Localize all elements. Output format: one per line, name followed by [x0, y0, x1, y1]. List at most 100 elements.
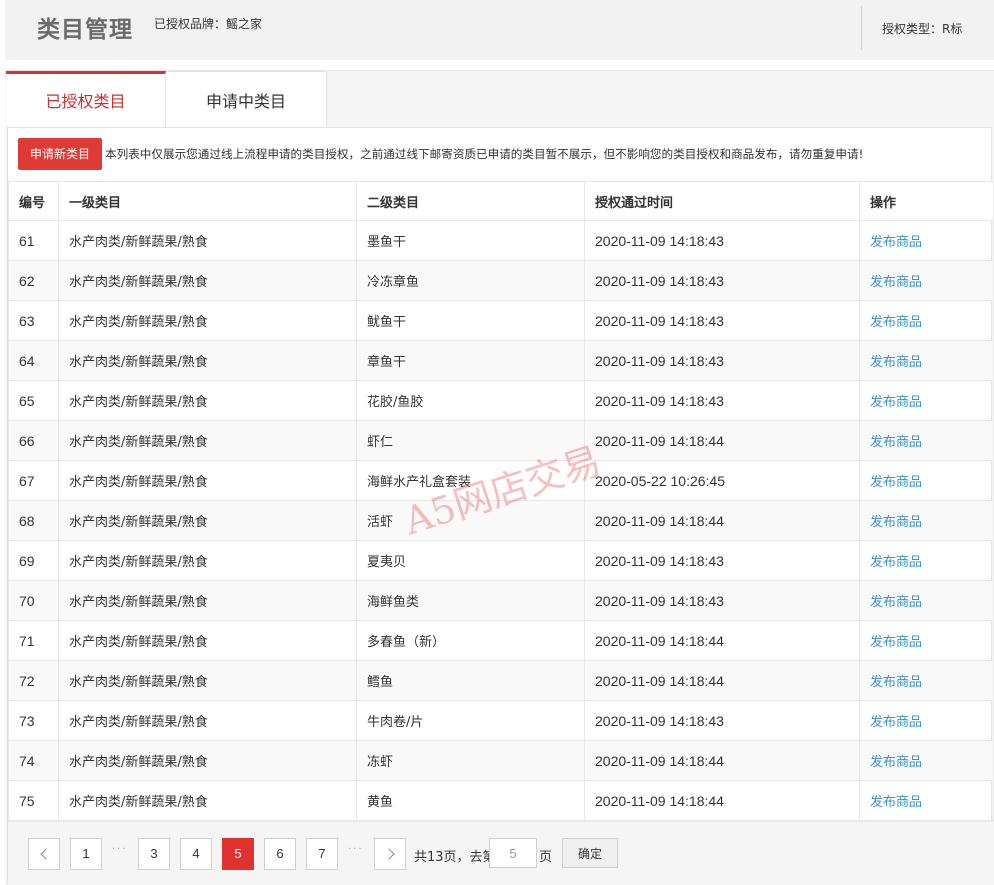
table-row: 73 水产肉类/新鲜蔬果/熟食 牛肉卷/片 2020-11-09 14:18:43 发布…: [8, 700, 994, 741]
table-row: 68 水产肉类/新鲜蔬果/熟食 活虾 2020-11-09 14:18:44 发布商品: [8, 500, 994, 541]
cell-category-1: 水产肉类/新鲜蔬果/熟食: [58, 780, 357, 821]
publish-product-link[interactable]: 发布商品: [859, 260, 994, 301]
cell-auth-time: 2020-11-09 14:18:44: [584, 500, 860, 541]
publish-product-link[interactable]: 发布商品: [859, 340, 994, 381]
cell-category-2: 章鱼干: [356, 340, 585, 381]
cell-auth-time: 2020-11-09 14:18:43: [584, 220, 860, 261]
publish-product-link[interactable]: 发布商品: [859, 500, 994, 541]
table-row: 65 水产肉类/新鲜蔬果/熟食 花胶/鱼胶 2020-11-09 14:18:43 发布…: [8, 380, 994, 421]
cell-id: 62: [8, 260, 59, 301]
category-table: 编号 一级类目 二级类目 授权通过时间 操作 61 水产肉类/新鲜蔬果/熟食 墨鱼干…: [8, 181, 994, 821]
notice-text: 本列表中仅展示您通过线上流程申请的类目授权，之前通过线下邮寄资质已申请的类目暂不…: [105, 147, 864, 161]
cell-category-1: 水产肉类/新鲜蔬果/熟食: [58, 260, 357, 301]
cell-category-1: 水产肉类/新鲜蔬果/熟食: [58, 380, 357, 421]
notice-row: 申请新类目 本列表中仅展示您通过线上流程申请的类目授权，之前通过线下邮寄资质已申…: [8, 128, 991, 181]
table-row: 71 水产肉类/新鲜蔬果/熟食 多春鱼（新） 2020-11-09 14:18:44 发…: [8, 620, 994, 661]
publish-product-link[interactable]: 发布商品: [859, 580, 994, 621]
table-row: 69 水产肉类/新鲜蔬果/熟食 夏夷贝 2020-11-09 14:18:43 发布商品: [8, 540, 994, 581]
cell-category-2: 墨鱼干: [356, 220, 585, 261]
page-header: 类目管理 已授权品牌：鳐之家 授权类型：R标: [5, 0, 994, 60]
table-row: 70 水产肉类/新鲜蔬果/熟食 海鲜鱼类 2020-11-09 14:18:43 发布商…: [8, 580, 994, 621]
publish-product-link[interactable]: 发布商品: [859, 460, 994, 501]
table-header-row: 编号 一级类目 二级类目 授权通过时间 操作: [8, 181, 994, 221]
cell-category-2: 鳕鱼: [356, 660, 585, 701]
page-button-5-current[interactable]: 5: [222, 838, 254, 870]
tab-pending-categories[interactable]: 申请中类目: [166, 71, 327, 127]
cell-auth-time: 2020-11-09 14:18:43: [584, 260, 860, 301]
chevron-right-icon: [382, 848, 395, 860]
publish-product-link[interactable]: 发布商品: [859, 780, 994, 821]
cell-auth-time: 2020-11-09 14:18:43: [584, 380, 860, 421]
page-button-4[interactable]: 4: [180, 838, 212, 870]
publish-product-link[interactable]: 发布商品: [859, 420, 994, 461]
cell-auth-time: 2020-11-09 14:18:44: [584, 780, 860, 821]
table-row: 74 水产肉类/新鲜蔬果/熟食 冻虾 2020-11-09 14:18:44 发布商品: [8, 740, 994, 781]
goto-page-input[interactable]: [489, 838, 537, 868]
publish-product-link[interactable]: 发布商品: [859, 220, 994, 261]
cell-category-2: 海鲜鱼类: [356, 580, 585, 621]
auth-type-label: 授权类型：R标: [882, 22, 963, 36]
confirm-goto-button[interactable]: 确定: [562, 838, 618, 868]
total-pages-label: 共13页，去第: [414, 850, 496, 865]
cell-category-1: 水产肉类/新鲜蔬果/熟食: [58, 420, 357, 461]
cell-auth-time: 2020-11-09 14:18:43: [584, 580, 860, 621]
publish-product-link[interactable]: 发布商品: [859, 620, 994, 661]
table-row: 66 水产肉类/新鲜蔬果/熟食 虾仁 2020-11-09 14:18:44 发布商品: [8, 420, 994, 461]
publish-product-link[interactable]: 发布商品: [859, 700, 994, 741]
cell-id: 65: [8, 380, 59, 421]
tab-authorized-categories[interactable]: 已授权类目: [6, 71, 166, 127]
cell-id: 67: [8, 460, 59, 501]
publish-product-link[interactable]: 发布商品: [859, 300, 994, 341]
cell-auth-time: 2020-05-22 10:26:45: [584, 460, 860, 501]
page-button-6[interactable]: 6: [264, 838, 296, 870]
cell-category-2: 牛肉卷/片: [356, 700, 585, 741]
prev-page-button[interactable]: [28, 838, 60, 870]
publish-product-link[interactable]: 发布商品: [859, 540, 994, 581]
cell-auth-time: 2020-11-09 14:18:43: [584, 340, 860, 381]
cell-category-1: 水产肉类/新鲜蔬果/熟食: [58, 620, 357, 661]
column-header-category-1: 一级类目: [58, 181, 357, 221]
publish-product-link[interactable]: 发布商品: [859, 660, 994, 701]
cell-category-2: 多春鱼（新）: [356, 620, 585, 661]
next-page-button[interactable]: [374, 838, 406, 870]
cell-id: 70: [8, 580, 59, 621]
page-suffix-label: 页: [539, 850, 553, 865]
cell-id: 73: [8, 700, 59, 741]
column-header-category-2: 二级类目: [356, 181, 585, 221]
column-header-id: 编号: [8, 181, 59, 221]
table-row: 63 水产肉类/新鲜蔬果/熟食 鱿鱼干 2020-11-09 14:18:43 发布商品: [8, 300, 994, 341]
authorized-brand-label: 已授权品牌：鳐之家: [154, 17, 263, 31]
apply-new-category-button[interactable]: 申请新类目: [18, 138, 102, 170]
cell-id: 64: [8, 340, 59, 381]
cell-id: 63: [8, 300, 59, 341]
cell-category-1: 水产肉类/新鲜蔬果/熟食: [58, 460, 357, 501]
table-row: 72 水产肉类/新鲜蔬果/熟食 鳕鱼 2020-11-09 14:18:44 发布商品: [8, 660, 994, 701]
cell-id: 74: [8, 740, 59, 781]
cell-category-2: 虾仁: [356, 420, 585, 461]
cell-category-1: 水产肉类/新鲜蔬果/熟食: [58, 220, 357, 261]
table-row: 62 水产肉类/新鲜蔬果/熟食 冷冻章鱼 2020-11-09 14:18:43 发布商…: [8, 260, 994, 301]
category-panel: 已授权类目 申请中类目 申请新类目 本列表中仅展示您通过线上流程申请的类目授权，…: [5, 70, 994, 885]
tab-bar: 已授权类目 申请中类目: [5, 71, 994, 127]
cell-category-1: 水产肉类/新鲜蔬果/熟食: [58, 740, 357, 781]
cell-auth-time: 2020-11-09 14:18:43: [584, 540, 860, 581]
cell-category-2: 黄鱼: [356, 780, 585, 821]
cell-auth-time: 2020-11-09 14:18:44: [584, 660, 860, 701]
page-button-3[interactable]: 3: [138, 838, 170, 870]
page-button-7[interactable]: 7: [306, 838, 338, 870]
page-button-1[interactable]: 1: [70, 838, 102, 870]
pagination: 1 ··· 3 4 5 6 7 ··· 共13页，去第 页 确定: [8, 821, 993, 885]
cell-id: 66: [8, 420, 59, 461]
cell-category-1: 水产肉类/新鲜蔬果/熟食: [58, 660, 357, 701]
cell-auth-time: 2020-11-09 14:18:44: [584, 420, 860, 461]
pagination-ellipsis: ···: [348, 844, 364, 855]
cell-auth-time: 2020-11-09 14:18:44: [584, 620, 860, 661]
publish-product-link[interactable]: 发布商品: [859, 740, 994, 781]
cell-category-2: 冷冻章鱼: [356, 260, 585, 301]
publish-product-link[interactable]: 发布商品: [859, 380, 994, 421]
cell-id: 75: [8, 780, 59, 821]
cell-auth-time: 2020-11-09 14:18:44: [584, 740, 860, 781]
column-header-action: 操作: [859, 181, 994, 221]
cell-category-1: 水产肉类/新鲜蔬果/熟食: [58, 540, 357, 581]
chevron-left-icon: [39, 848, 52, 860]
